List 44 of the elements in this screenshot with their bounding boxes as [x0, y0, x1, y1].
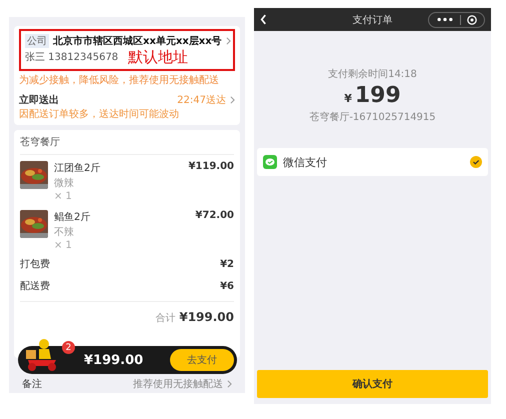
fee-label: 打包费 — [20, 258, 50, 271]
contact-text: 张三 13812345678 — [25, 50, 118, 64]
tip-text: 为减少接触，降低风险，推荐使用无接触配送 — [19, 74, 220, 87]
dish-name: 江团鱼2斤 — [54, 162, 102, 175]
page-title: 支付订单 — [352, 14, 392, 26]
chevron-icon — [227, 380, 232, 388]
dish-price: ¥72.00 — [195, 210, 234, 223]
shop-name: 苍穹餐厅 — [20, 133, 234, 155]
capsule-menu[interactable] — [428, 12, 485, 28]
delivery-label: 立即送出 — [19, 93, 59, 107]
method-name: 微信支付 — [283, 154, 327, 170]
fee-value: ¥6 — [220, 280, 234, 292]
close-icon[interactable] — [467, 14, 477, 24]
dish-price: ¥119.00 — [188, 161, 234, 174]
delivery-row[interactable]: 立即送出 22:47送达 因配送订单较多，送达时间可能波动 — [19, 93, 235, 121]
fee-label: 配送费 — [20, 280, 50, 293]
countdown-text: 支付剩余时间14:18 — [328, 68, 417, 81]
address-tag: 公司 — [25, 34, 49, 48]
chat-icon — [263, 155, 277, 169]
total-value: ¥199.00 — [179, 310, 234, 324]
delivery-time: 22:47送达 — [177, 94, 226, 107]
address-card[interactable]: 公司 北京市市辖区西城区xx单元xx层xx号 张三 13812345678 默认地址 — [19, 29, 235, 71]
payment-method[interactable]: 微信支付 — [257, 148, 488, 176]
chevron-icon — [230, 96, 235, 104]
back-icon[interactable] — [260, 14, 267, 25]
dish-quantity: × 1 — [54, 191, 73, 202]
annotation-text: 默认地址 — [128, 48, 188, 66]
cart-amount: ¥199.00 — [84, 352, 144, 368]
delivery-note: 因配送订单较多，送达时间可能波动 — [19, 108, 180, 121]
payment-amount: ¥199 — [344, 83, 401, 108]
dish-spec: 微辣 — [54, 176, 75, 190]
address-text: 北京市市辖区西城区xx单元xx层xx号 — [53, 34, 222, 48]
cart-count-badge: 2 — [62, 341, 75, 354]
pay-button[interactable]: 去支付 — [170, 349, 234, 371]
remark-label: 备注 — [22, 378, 42, 391]
dish-spec: 不辣 — [54, 226, 75, 239]
fee-value: ¥2 — [220, 258, 234, 270]
dish-name: 鲳鱼2斤 — [54, 210, 92, 224]
order-reference: 苍穹餐厅-1671025714915 — [309, 110, 436, 124]
dish-quantity: × 1 — [54, 240, 73, 251]
chevron-icon — [226, 37, 231, 45]
total-label: 合计 — [155, 312, 176, 325]
more-icon[interactable] — [436, 17, 454, 22]
confirm-payment-button[interactable]: 确认支付 — [257, 370, 488, 398]
